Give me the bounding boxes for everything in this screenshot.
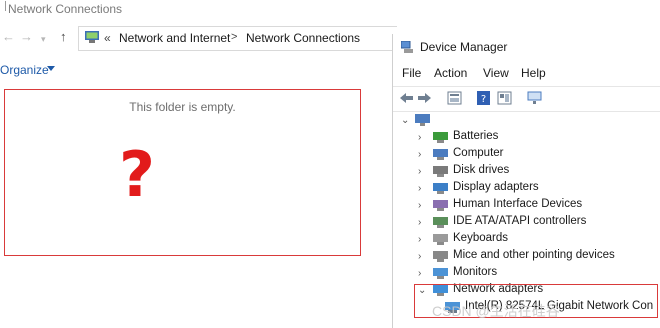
tree-category-label: Batteries [453, 130, 499, 142]
help-icon[interactable]: ? [476, 91, 491, 105]
tree-category-batteries[interactable]: › Batteries [393, 129, 660, 146]
menu-view[interactable]: View [483, 66, 509, 80]
tree-category-human-interface-devices[interactable]: › Human Interface Devices [393, 197, 660, 214]
battery-icon [433, 132, 448, 143]
display-adapter-icon [433, 183, 448, 194]
expand-chevron-icon[interactable]: › [418, 200, 421, 211]
forward-arrow-icon[interactable] [417, 91, 432, 105]
tree-category-display-adapters[interactable]: › Display adapters [393, 180, 660, 197]
breadcrumb-network-and-internet[interactable]: Network and Internet [119, 31, 230, 45]
question-mark-annotation: ? [119, 138, 155, 211]
expand-chevron-icon[interactable]: › [418, 251, 421, 262]
tree-category-computer[interactable]: › Computer [393, 146, 660, 163]
scan-hardware-icon[interactable] [527, 91, 542, 105]
recent-chevron-down-icon[interactable]: ▾ [41, 32, 46, 46]
address-bar[interactable]: « Network and Internet > Network Connect… [78, 26, 397, 51]
tree-category-disk-drives[interactable]: › Disk drives [393, 163, 660, 180]
show-hidden-icon[interactable] [497, 91, 512, 105]
menu-bar: File Action View Help [393, 64, 660, 84]
dm-title-bar: Device Manager [393, 34, 660, 60]
tree-category-label: IDE ATA/ATAPI controllers [453, 215, 587, 227]
organize-button[interactable]: Organize [0, 63, 49, 77]
toolbar: ? [393, 86, 660, 112]
expand-chevron-icon[interactable]: › [418, 166, 421, 177]
mouse-icon [433, 251, 448, 262]
expand-chevron-icon[interactable]: › [418, 268, 421, 279]
expand-chevron-icon[interactable]: › [418, 234, 421, 245]
tree-category-label: Mice and other pointing devices [453, 249, 615, 261]
tree-category-label: Monitors [453, 266, 498, 278]
expand-chevron-icon[interactable]: › [418, 183, 421, 194]
tree-category-keyboards[interactable]: › Keyboards [393, 231, 660, 248]
breadcrumb-separator[interactable]: > [231, 31, 237, 43]
breadcrumb-network-connections[interactable]: Network Connections [246, 31, 360, 45]
forward-arrow-icon[interactable]: → [20, 30, 33, 44]
hid-icon [433, 200, 448, 211]
dm-window-title: Device Manager [420, 40, 508, 54]
back-arrow-icon[interactable] [399, 91, 414, 105]
tree-category-label: Human Interface Devices [453, 198, 583, 210]
svg-text:?: ? [481, 94, 486, 105]
computer-icon [433, 149, 448, 160]
monitor-icon [433, 268, 448, 279]
address-bar-row: ← → ▾ ↑ « Network and Internet > Network… [0, 26, 397, 51]
menu-help[interactable]: Help [521, 66, 546, 80]
empty-folder-message: This folder is empty. [129, 100, 236, 114]
tree-category-monitors[interactable]: › Monitors [393, 265, 660, 282]
menu-file[interactable]: File [402, 66, 421, 80]
back-arrow-icon[interactable]: ← [2, 30, 15, 44]
keyboard-icon [433, 234, 448, 245]
computer-icon [415, 114, 430, 126]
ide-controller-icon [433, 217, 448, 228]
properties-icon[interactable] [447, 91, 462, 105]
device-manager-icon [401, 41, 413, 53]
watermark: CSDN @生活在硅谷 [432, 303, 560, 319]
tree-category-label: Keyboards [453, 232, 508, 244]
collapse-chevron-icon[interactable]: ⌄ [401, 115, 409, 126]
breadcrumb-overflow[interactable]: « [104, 31, 111, 45]
tree-category-ide-ata-atapi-controllers[interactable]: › IDE ATA/ATAPI controllers [393, 214, 660, 231]
up-arrow-icon[interactable]: ↑ [60, 30, 67, 44]
file-list-area: This folder is empty. ? [4, 89, 361, 256]
tree-category-label: Disk drives [453, 164, 510, 176]
window-title: Network Connections [8, 2, 123, 16]
tree-root[interactable]: ⌄ [393, 112, 660, 129]
menu-action[interactable]: Action [434, 66, 467, 80]
disk-drive-icon [433, 166, 448, 177]
expand-chevron-icon[interactable]: › [418, 132, 421, 143]
expand-chevron-icon[interactable]: › [418, 217, 421, 228]
expand-chevron-icon[interactable]: › [418, 149, 421, 160]
network-connections-window: Network Connections ← → ▾ ↑ « Network an… [0, 0, 397, 328]
organize-chevron-down-icon[interactable] [47, 66, 55, 71]
tree-category-mice-and-other-pointing-devices[interactable]: › Mice and other pointing devices [393, 248, 660, 265]
tree-category-label: Display adapters [453, 181, 539, 193]
command-bar: Organize [0, 60, 392, 80]
window-icon [0, 1, 6, 11]
control-panel-icon [85, 31, 99, 43]
title-bar: Network Connections [0, 0, 392, 18]
tree-category-label: Computer [453, 147, 504, 159]
